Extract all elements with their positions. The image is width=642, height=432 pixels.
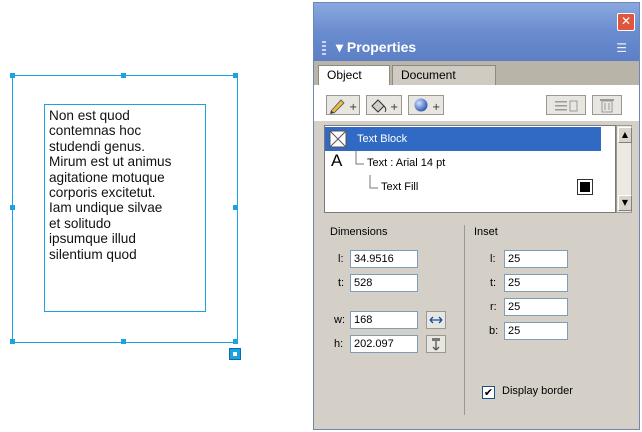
title-bar[interactable]: ✕ ▾ Properties ☰ [314, 3, 639, 61]
dropdown-plus-icon: + [432, 102, 440, 113]
tree-connector-icon [369, 175, 378, 189]
text-line: et solitudo [49, 215, 111, 231]
dim-h-label: h: [334, 338, 344, 350]
tree-item-label: Text : Arial 14 pt [367, 157, 446, 169]
panel-menu-icon[interactable]: ☰ [616, 41, 627, 55]
resize-handle-top-left[interactable] [10, 73, 15, 78]
inset-l-field[interactable]: 25 [504, 250, 568, 268]
resize-handle-bottom-center[interactable] [121, 339, 126, 344]
delete-button[interactable] [592, 95, 622, 115]
dimensions-heading: Dimensions [330, 226, 388, 238]
text-line: ipsumque illud [49, 231, 136, 247]
display-border-checkbox[interactable]: ✔ [482, 386, 495, 399]
tree-item-text[interactable]: A Text : Arial 14 pt [325, 151, 601, 175]
frame-x-icon [329, 130, 347, 148]
tab-strip: Object Document [314, 61, 639, 86]
inset-b-label: b: [489, 325, 499, 337]
scroll-down-icon[interactable]: ▼ [618, 195, 632, 211]
inset-t-field[interactable]: 25 [504, 274, 568, 292]
inset-l-label: l: [490, 253, 496, 265]
object-tree: Text Block A Text : Arial 14 pt Text Fil… [324, 125, 616, 213]
dim-h-field[interactable]: 202.097 [350, 335, 418, 353]
tree-connector-icon [355, 151, 364, 165]
inset-b-field[interactable]: 25 [504, 322, 568, 340]
text-line: agitatione motuque [49, 169, 165, 185]
tree-scrollbar[interactable]: ▲ ▼ [616, 125, 632, 213]
inset-t-label: t: [490, 277, 497, 289]
resize-handle-middle-left[interactable] [10, 205, 15, 210]
display-border-label[interactable]: Display border [502, 385, 573, 397]
text-flow[interactable]: Non est quod contemnas hoc studendi genu… [49, 108, 209, 262]
text-line: Iam undique silvae [49, 200, 163, 216]
sphere-icon: + [414, 98, 440, 113]
dim-l-field[interactable]: 34.9516 [350, 250, 418, 268]
dim-t-label: t: [338, 277, 345, 289]
pencil-button[interactable]: + [326, 95, 360, 115]
horizontal-arrows-icon [429, 316, 443, 324]
vertical-arrows-icon [432, 338, 440, 351]
panel-title[interactable]: ▾ Properties [336, 39, 416, 56]
resize-handle-top-right[interactable] [233, 73, 238, 78]
tab-document[interactable]: Document [392, 65, 496, 85]
tree-item-label: Text Block [357, 133, 408, 145]
text-line: Mirum est ut animus [49, 154, 172, 170]
dropdown-plus-icon: + [349, 102, 357, 113]
tree-item-text-block[interactable]: Text Block [325, 127, 601, 151]
dim-t-field[interactable]: 528 [350, 274, 418, 292]
tree-item-text-fill[interactable]: Text Fill [325, 175, 601, 199]
align-icon [555, 100, 578, 112]
dim-w-field[interactable]: 168 [350, 311, 418, 329]
constrain-height-button[interactable] [426, 335, 446, 353]
dropdown-plus-icon: + [390, 102, 398, 113]
text-overflow-icon[interactable] [229, 348, 241, 360]
dim-l-label: l: [338, 253, 344, 265]
resize-handle-top-center[interactable] [121, 73, 126, 78]
toolbar: + + + [314, 85, 639, 121]
text-line: Non est quod [49, 108, 130, 123]
swatch-icon[interactable] [577, 179, 593, 195]
section-divider [464, 225, 465, 415]
effects-button[interactable]: + [408, 95, 444, 115]
trash-icon [600, 99, 614, 113]
align-button[interactable] [546, 95, 586, 115]
resize-handle-bottom-right[interactable] [233, 339, 238, 344]
text-line: studendi genus. [49, 138, 145, 154]
inset-r-label: r: [490, 301, 497, 313]
text-line: contemnas hoc [49, 123, 142, 139]
text-line: corporis excitetut. [49, 185, 156, 201]
close-button[interactable]: ✕ [617, 13, 635, 31]
drag-grip-icon[interactable] [322, 41, 326, 57]
letter-a-icon: A [331, 151, 343, 170]
inset-heading: Inset [474, 226, 498, 238]
constrain-width-button[interactable] [426, 311, 446, 329]
inset-r-field[interactable]: 25 [504, 298, 568, 316]
fill-bucket-icon: + [371, 99, 398, 113]
fill-button[interactable]: + [366, 95, 402, 115]
pencil-icon: + [330, 99, 357, 114]
resize-handle-middle-right[interactable] [233, 205, 238, 210]
text-line: silentium quod [49, 246, 137, 262]
resize-handle-bottom-left[interactable] [10, 339, 15, 344]
dim-w-label: w: [334, 314, 345, 326]
tree-item-label: Text Fill [381, 181, 419, 193]
scroll-up-icon[interactable]: ▲ [618, 127, 632, 143]
tab-object[interactable]: Object [318, 65, 390, 86]
properties-window: ✕ ▾ Properties ☰ Object Document + + + T… [313, 2, 640, 430]
